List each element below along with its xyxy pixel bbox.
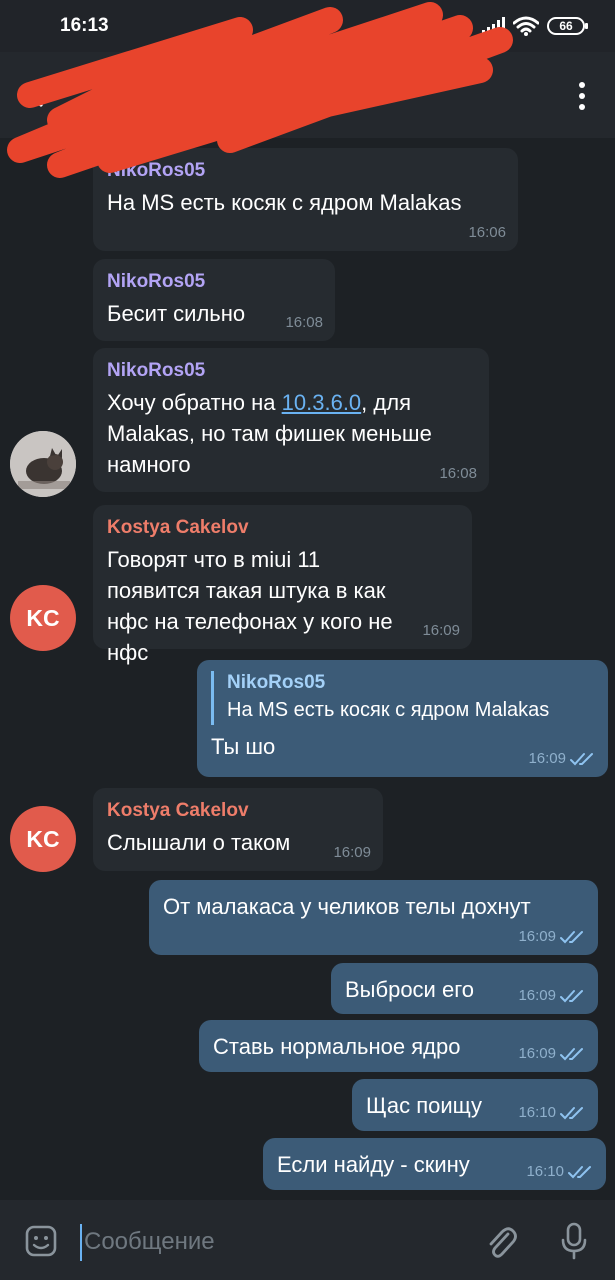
- message-list[interactable]: NikoRos05 На MS есть косяк с ядром Malak…: [0, 138, 615, 1200]
- avatar-kostya-cakelov[interactable]: KC: [10, 585, 76, 651]
- sender-name[interactable]: NikoRos05: [107, 159, 504, 183]
- read-ticks-icon: [560, 931, 583, 944]
- status-time: 16:13: [60, 15, 109, 36]
- read-ticks-icon: [560, 990, 583, 1003]
- message-incoming[interactable]: NikoRos05 Бесит сильно 16:08: [93, 259, 335, 341]
- version-link[interactable]: 10.3.6.0: [282, 390, 362, 415]
- text-part: Хочу обратно на: [107, 390, 282, 415]
- status-icons: 66: [481, 14, 588, 38]
- mic-icon[interactable]: [560, 1222, 588, 1260]
- status-bar: 16:13 66: [0, 0, 615, 52]
- message-text: От малакаса у челиков телы дохнут: [163, 894, 531, 919]
- cat-photo-icon: [10, 431, 76, 497]
- read-ticks-icon: [560, 1107, 583, 1120]
- read-ticks-icon: [568, 1166, 591, 1179]
- time-label: 16:10: [526, 1163, 564, 1180]
- text-cursor: [80, 1224, 82, 1261]
- read-ticks-icon: [570, 753, 593, 766]
- message-text: Говорят что в miui 11 появится такая шту…: [107, 547, 393, 665]
- message-time: 16:10: [526, 1164, 594, 1180]
- message-time: 16:09: [422, 623, 460, 639]
- avatar-kostya-cakelov[interactable]: KC: [10, 806, 76, 872]
- message-outgoing[interactable]: Ставь нормальное ядро 16:09: [199, 1020, 598, 1072]
- message-time: 16:06: [468, 225, 506, 241]
- message-outgoing[interactable]: Щас поищу 16:10: [352, 1079, 598, 1131]
- signal-icon: [482, 17, 505, 35]
- message-incoming[interactable]: Kostya Cakelov Говорят что в miui 11 поя…: [93, 505, 472, 665]
- chat-subtitle: ников: [256, 106, 299, 123]
- read-ticks-icon: [560, 1048, 583, 1061]
- avatar-nikoros05[interactable]: [10, 431, 76, 497]
- time-label: 16:08: [439, 465, 477, 482]
- composer: [0, 1200, 615, 1280]
- time-label: 16:09: [422, 622, 460, 639]
- more-vert-icon[interactable]: [575, 80, 589, 112]
- time-label: 16:09: [528, 750, 566, 767]
- time-label: 16:08: [285, 314, 323, 331]
- message-time: 16:09: [518, 1046, 586, 1062]
- message-time: 16:09: [333, 845, 371, 861]
- message-text: На MS есть косяк с ядром Malakas: [107, 190, 462, 215]
- sender-name[interactable]: Kostya Cakelov: [107, 799, 369, 823]
- time-label: 16:06: [468, 224, 506, 241]
- message-time: 16:10: [518, 1105, 586, 1121]
- avatar-initials: KC: [26, 604, 60, 631]
- time-label: 16:09: [333, 844, 371, 861]
- message-incoming[interactable]: Kostya Cakelov Слышали о таком 16:09: [93, 788, 383, 871]
- message-outgoing[interactable]: Выброси его 16:09: [331, 963, 598, 1014]
- time-label: 16:10: [518, 1104, 556, 1121]
- message-text: Слышали о таком: [107, 830, 291, 855]
- sender-name[interactable]: NikoRos05: [107, 359, 475, 383]
- reply-quote[interactable]: NikoRos05 На MS есть косяк с ядром Malak…: [211, 671, 594, 725]
- message-time: 16:09: [518, 929, 586, 945]
- attach-icon[interactable]: [484, 1222, 518, 1260]
- message-time: 16:08: [439, 466, 477, 482]
- chat-header: ников: [0, 52, 615, 138]
- emoji-icon[interactable]: [24, 1224, 58, 1258]
- time-label: 16:09: [518, 928, 556, 945]
- message-outgoing[interactable]: NikoRos05 На MS есть косяк с ядром Malak…: [197, 660, 608, 777]
- message-time: 16:09: [518, 988, 586, 1004]
- sender-name[interactable]: NikoRos05: [107, 270, 321, 294]
- message-outgoing[interactable]: Если найду - скину 16:10: [263, 1138, 606, 1190]
- time-label: 16:09: [518, 987, 556, 1004]
- message-time: 16:08: [285, 315, 323, 331]
- reply-text: На MS есть косяк с ядром Malakas: [227, 699, 550, 721]
- message-input[interactable]: [84, 1222, 464, 1262]
- message-incoming[interactable]: NikoRos05 Хочу обратно на 10.3.6.0, для …: [93, 348, 489, 492]
- message-time: 16:09: [528, 751, 596, 767]
- avatar-initials: KC: [26, 825, 60, 852]
- sender-name[interactable]: Kostya Cakelov: [107, 516, 458, 540]
- time-label: 16:09: [518, 1045, 556, 1062]
- reply-sender: NikoRos05: [227, 672, 326, 693]
- message-incoming[interactable]: NikoRos05 На MS есть косяк с ядром Malak…: [93, 148, 518, 251]
- message-text: Хочу обратно на 10.3.6.0, для Malakas, н…: [107, 387, 475, 480]
- wifi-icon: [513, 16, 539, 36]
- back-arrow-icon[interactable]: [26, 78, 60, 112]
- battery-icon: 66: [547, 17, 588, 35]
- battery-level: 66: [559, 19, 573, 33]
- message-outgoing[interactable]: От малакаса у челиков телы дохнут 16:09: [149, 880, 598, 955]
